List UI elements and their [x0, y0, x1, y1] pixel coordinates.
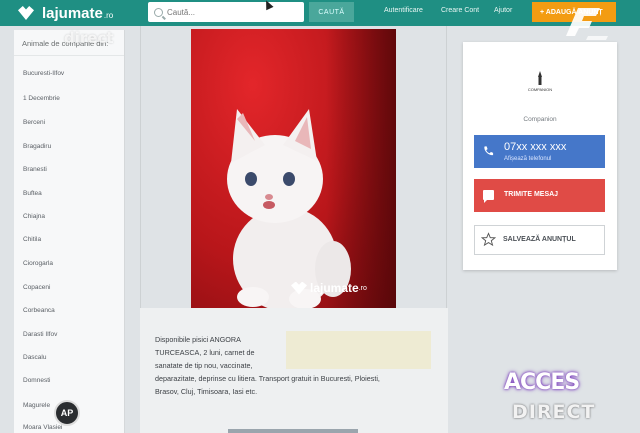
star-icon: [481, 232, 496, 247]
description-line: sanatate de tip nou, vaccinate,: [155, 361, 253, 370]
sidebar-location-item[interactable]: Copaceni: [23, 284, 50, 291]
logo-tld: .ro: [103, 11, 114, 20]
sidebar-location-item[interactable]: Magurele: [23, 402, 50, 409]
save-listing-label: SALVEAZĂ ANUNȚUL: [503, 236, 576, 243]
logo-text: lajumate: [42, 4, 103, 22]
sidebar-location-item[interactable]: Chitila: [23, 236, 41, 243]
sidebar-location-item[interactable]: 1 Decembrie: [23, 95, 60, 102]
description-line: Disponibile pisici ANGORA: [155, 335, 241, 344]
direct-watermark: direct: [64, 29, 114, 47]
sidebar-location-item[interactable]: Domnesti: [23, 377, 50, 384]
sidebar-location-item[interactable]: Moara Vlasiei: [23, 424, 62, 431]
sidebar-location-item[interactable]: Bucuresti-Ilfov: [23, 70, 64, 77]
top-navigation-bar: lajumate .ro CAUTĂ Autentificare Creare …: [0, 0, 640, 26]
sidebar-location-item[interactable]: Darasti Ilfov: [23, 331, 57, 338]
tv-logo-bottom: DIRECT: [512, 401, 596, 423]
seller-logo-icon: COMPANION: [528, 71, 552, 92]
sidebar-location-item[interactable]: Branesti: [23, 166, 47, 173]
message-icon: [483, 190, 494, 203]
channel-logo-icon: [566, 8, 608, 40]
location-sidebar: Animale de companie din: Bucuresti-Ilfov…: [14, 30, 125, 433]
description-line: deparazitate, deprinse cu litiera. Trans…: [155, 374, 380, 383]
sidebar-location-item[interactable]: Bragadiru: [23, 143, 51, 150]
kitten-image: [227, 109, 351, 308]
heart-watermark-icon: [291, 281, 307, 295]
listing-description: Disponibile pisici ANGORA TURCEASCA, 2 l…: [155, 333, 420, 398]
sidebar-location-item[interactable]: Chiajna: [23, 213, 45, 220]
seller-card: COMPANION Companion 07xx xxx xxx Afișeaz…: [463, 42, 617, 270]
heart-logo-icon: [16, 5, 38, 21]
description-line: Brasov, Cluj, Timisoara, Iasi etc.: [155, 387, 258, 396]
tv-logo-top: ACCES: [504, 370, 580, 395]
send-message-button[interactable]: TRIMITE MESAJ: [474, 179, 605, 212]
sidebar-location-item[interactable]: Dascalu: [23, 354, 46, 361]
show-phone-button[interactable]: 07xx xxx xxx Afișează telefonul: [474, 135, 605, 168]
nav-login-link[interactable]: Autentificare: [384, 7, 423, 14]
nav-register-link[interactable]: Creare Cont: [441, 7, 479, 14]
watermark-tld: .ro: [358, 284, 367, 292]
listing-photo[interactable]: lajumate .ro: [191, 29, 396, 308]
seller-logo-label: COMPANION: [528, 87, 552, 92]
ap-badge: AP: [54, 400, 80, 426]
send-message-label: TRIMITE MESAJ: [504, 191, 559, 198]
search-button[interactable]: CAUTĂ: [309, 2, 354, 22]
photo-watermark: lajumate .ro: [291, 281, 367, 295]
sidebar-location-item[interactable]: Berceni: [23, 119, 45, 126]
nav-help-link[interactable]: Ajutor: [494, 7, 512, 14]
sidebar-divider: [14, 55, 124, 56]
phone-icon: [484, 146, 494, 156]
search-box[interactable]: [148, 2, 304, 22]
description-line: TURCEASCA, 2 luni, carnet de: [155, 348, 255, 357]
tv-show-logo: ACCES DIRECT: [504, 370, 622, 430]
search-icon: [154, 7, 163, 17]
sidebar-location-item[interactable]: Corbeanca: [23, 307, 55, 314]
sidebar-location-item[interactable]: Buftea: [23, 190, 42, 197]
watermark-text: lajumate: [310, 281, 359, 295]
phone-number: 07xx xxx xxx: [504, 141, 567, 153]
site-logo[interactable]: lajumate .ro: [16, 3, 113, 23]
phone-subtitle: Afișează telefonul: [504, 156, 552, 162]
save-listing-button[interactable]: SALVEAZĂ ANUNȚUL: [474, 225, 605, 255]
next-button-partial[interactable]: [228, 429, 358, 433]
sidebar-location-item[interactable]: Ciorogarla: [23, 260, 53, 267]
seller-name: Companion: [523, 116, 557, 123]
